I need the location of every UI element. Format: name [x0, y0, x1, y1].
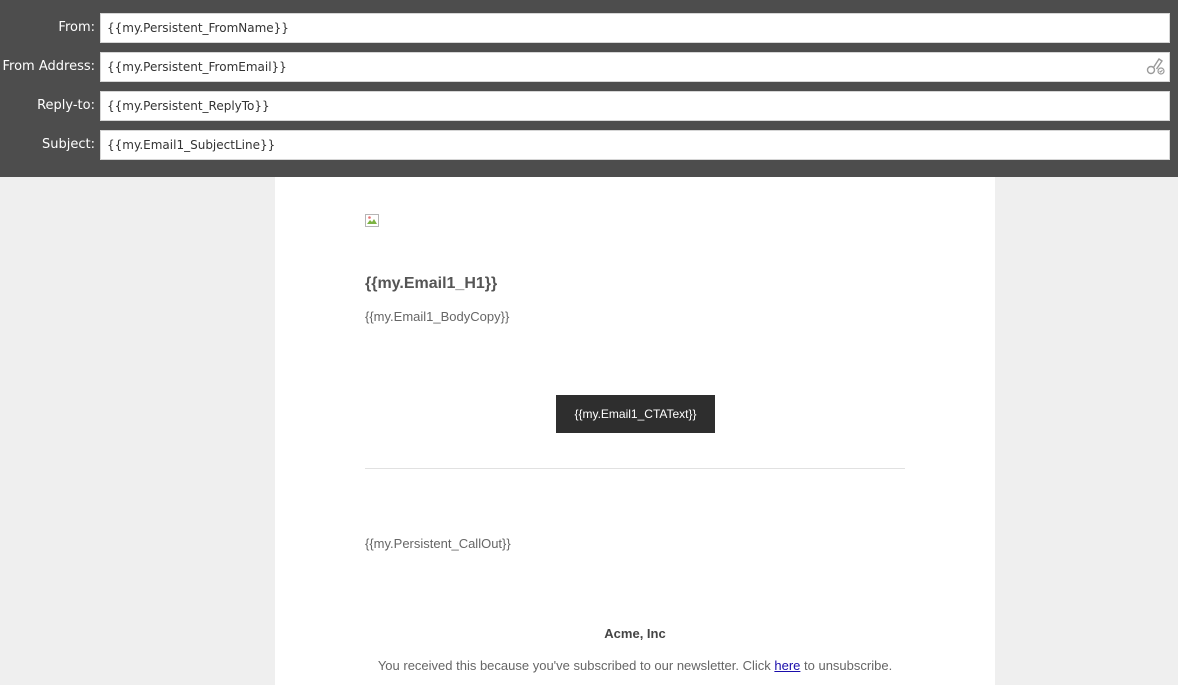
reply-to-field[interactable]	[100, 91, 1170, 121]
reply-to-row: Reply-to:	[0, 91, 1178, 121]
footer-text-after: to unsubscribe.	[800, 658, 893, 673]
divider	[365, 468, 905, 469]
cta-button[interactable]: {{my.Email1_CTAText}}	[556, 395, 715, 433]
token-picker-icon[interactable]	[1146, 56, 1168, 76]
from-row: From:	[0, 13, 1178, 43]
subject-label: Subject:	[42, 137, 95, 152]
from-label: From:	[58, 20, 95, 35]
email-body-copy[interactable]: {{my.Email1_BodyCopy}}	[365, 309, 509, 324]
footer-text-before: You received this because you've subscri…	[377, 658, 775, 673]
reply-to-label: Reply-to:	[37, 98, 95, 113]
email-settings-header: From: From Address: Reply-to: Subject:	[0, 0, 1178, 177]
from-address-field[interactable]	[100, 52, 1170, 82]
email-canvas: {{my.Email1_H1}} {{my.Email1_BodyCopy}} …	[275, 177, 995, 685]
from-address-label: From Address:	[2, 59, 96, 74]
from-address-row: From Address:	[0, 52, 1178, 82]
email-callout[interactable]: {{my.Persistent_CallOut}}	[365, 536, 511, 551]
email-heading[interactable]: {{my.Email1_H1}}	[365, 275, 497, 293]
subject-field[interactable]	[100, 130, 1170, 160]
company-name: Acme, Inc	[604, 626, 666, 641]
footer-text: You received this because you've subscri…	[275, 658, 995, 673]
unsubscribe-link[interactable]: here	[774, 658, 800, 673]
subject-row: Subject:	[0, 130, 1178, 160]
from-field[interactable]	[100, 13, 1170, 43]
broken-image-icon	[365, 214, 379, 227]
